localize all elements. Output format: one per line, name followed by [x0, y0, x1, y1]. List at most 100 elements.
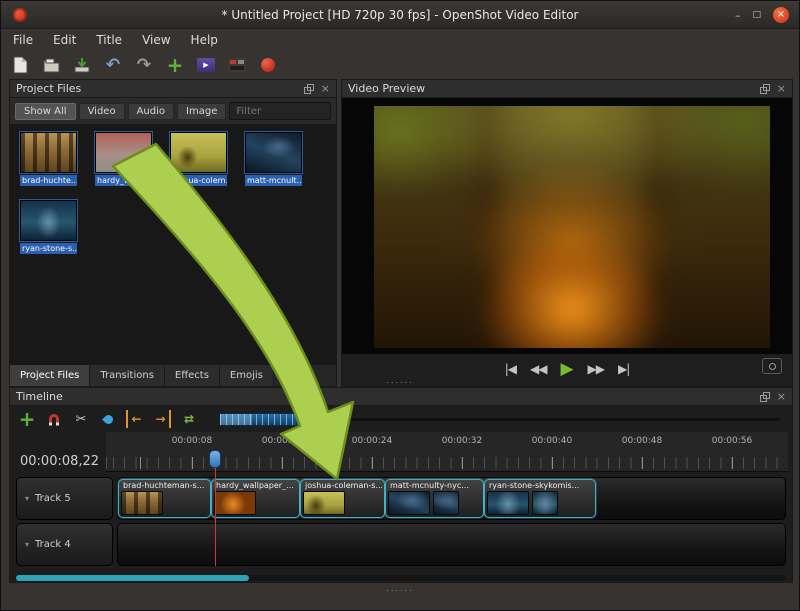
timeline-title: Timeline	[16, 390, 63, 403]
filter-show-all-button[interactable]: Show All	[15, 103, 76, 120]
track-lane[interactable]: brad-huchteman-s... hardy_wallpaper_... …	[117, 477, 786, 520]
menubar: File Edit Title View Help	[1, 29, 799, 51]
ruler-label: 00:00:16	[252, 436, 312, 446]
undock-icon[interactable]	[760, 392, 770, 402]
clip-label: hardy_wallpaper_...	[216, 481, 297, 490]
track-header[interactable]: ▾ Track 4	[16, 523, 113, 566]
chevron-down-icon: ▾	[25, 540, 29, 549]
clip-label: joshua-coleman-s...	[305, 481, 382, 490]
jump-start-icon[interactable]: |◀	[505, 363, 516, 375]
splitter-handle[interactable]: ......	[1, 378, 799, 384]
file-thumbnail	[20, 200, 77, 241]
undock-icon[interactable]	[304, 84, 314, 94]
minimize-button[interactable]: –	[735, 9, 741, 22]
ruler-label: 00:00:32	[432, 436, 492, 446]
close-button[interactable]: ×	[773, 7, 789, 23]
fast-forward-icon[interactable]: ▶▶	[588, 363, 604, 375]
timeline-clip[interactable]: ryan-stone-skykomis...	[484, 479, 596, 518]
export-video-icon[interactable]	[226, 54, 248, 76]
timeline-zoom-slider[interactable]	[219, 413, 307, 426]
close-panel-icon[interactable]: ×	[321, 83, 330, 94]
timeline-header: Timeline ×	[10, 388, 792, 406]
filter-input[interactable]	[229, 102, 331, 120]
record-icon[interactable]	[257, 54, 279, 76]
timeline-ruler[interactable]: 00:00:08 00:00:16 00:00:24 00:00:32 00:0…	[106, 432, 788, 472]
maximize-button[interactable]: □	[752, 10, 761, 20]
openshot-window: * Untitled Project [HD 720p 30 fps] - Op…	[0, 0, 800, 611]
capture-icon[interactable]	[762, 358, 782, 374]
new-project-icon[interactable]	[9, 54, 31, 76]
project-files-title: Project Files	[16, 82, 81, 95]
filter-image-button[interactable]: Image	[177, 103, 226, 120]
open-project-icon[interactable]	[40, 54, 62, 76]
filter-audio-button[interactable]: Audio	[128, 103, 174, 120]
timeline-clip[interactable]: brad-huchteman-s...	[118, 479, 211, 518]
project-file-item[interactable]: hardy_wa...	[95, 132, 152, 186]
file-thumbnail	[245, 132, 302, 173]
snapping-magnet-icon[interactable]	[45, 410, 63, 428]
timeline-clip[interactable]: matt-mcnulty-nyc...	[385, 479, 484, 518]
file-label: matt-mcnult...	[245, 175, 302, 186]
timeline-toolbar: + ✂ ← → ⇄	[10, 406, 792, 432]
project-file-item[interactable]: joshua-colem...	[170, 132, 227, 186]
track-header[interactable]: ▾ Track 5	[16, 477, 113, 520]
file-thumbnail	[20, 132, 77, 173]
timeline-clip[interactable]: joshua-coleman-s...	[300, 479, 385, 518]
monitor-play-icon: ▶	[197, 58, 215, 72]
clip-label: matt-mcnulty-nyc...	[390, 481, 481, 490]
filter-video-button[interactable]: Video	[79, 103, 125, 120]
rewind-icon[interactable]: ◀◀	[530, 363, 546, 375]
timeline-clip[interactable]: hardy_wallpaper_...	[211, 479, 300, 518]
playhead-marker[interactable]	[209, 450, 221, 468]
video-preview-header: Video Preview ×	[342, 80, 792, 98]
file-label: ryan-stone-s...	[20, 243, 77, 254]
track-name: Track 5	[35, 493, 71, 504]
save-project-icon[interactable]	[71, 54, 93, 76]
track-lane[interactable]	[117, 523, 786, 566]
video-preview-title: Video Preview	[348, 82, 425, 95]
menu-file[interactable]: File	[13, 33, 33, 47]
close-panel-icon[interactable]: ×	[777, 391, 786, 402]
play-icon[interactable]: ▶	[560, 361, 573, 378]
next-marker-icon[interactable]: →	[153, 410, 171, 428]
app-icon	[13, 8, 27, 22]
titlebar[interactable]: * Untitled Project [HD 720p 30 fps] - Op…	[1, 1, 799, 29]
timeline-ruler-row: 00:00:08,22 00:00:08 00:00:16 00:00:24 0…	[10, 432, 792, 472]
menu-help[interactable]: Help	[191, 33, 218, 47]
choose-profile-icon[interactable]: ▶	[195, 54, 217, 76]
project-file-item[interactable]: ryan-stone-s...	[20, 200, 77, 254]
close-panel-icon[interactable]: ×	[777, 83, 786, 94]
menu-view[interactable]: View	[142, 33, 170, 47]
clip-thumbnail	[303, 491, 345, 515]
scrollbar-thumb[interactable]	[16, 575, 249, 581]
menu-title[interactable]: Title	[96, 33, 122, 47]
clip-thumbnail	[487, 491, 529, 515]
undo-icon[interactable]: ↶	[102, 54, 124, 76]
add-track-icon[interactable]: +	[18, 410, 36, 428]
menu-edit[interactable]: Edit	[53, 33, 76, 47]
playhead-timecode: 00:00:08,22	[20, 454, 99, 469]
preview-frame	[374, 106, 770, 348]
chevron-down-icon: ▾	[25, 494, 29, 503]
project-file-item[interactable]: brad-huchte...	[20, 132, 77, 186]
import-files-icon[interactable]: +	[164, 54, 186, 76]
zoom-slider-track[interactable]	[322, 418, 780, 421]
undock-icon[interactable]	[760, 84, 770, 94]
razor-icon[interactable]: ✂	[72, 410, 90, 428]
file-label: joshua-colem...	[170, 175, 227, 186]
add-marker-icon[interactable]	[99, 410, 117, 428]
timeline-scrollbar	[16, 575, 786, 581]
redo-icon[interactable]: ↷	[133, 54, 155, 76]
previous-marker-icon[interactable]: ←	[126, 410, 144, 428]
splitter-handle[interactable]: ......	[1, 586, 799, 592]
timeline-panel: Timeline × + ✂ ← → ⇄ 00:00:08,22 00:00:0…	[9, 387, 793, 583]
project-files-panel: Project Files × Show All Video Audio Ima…	[9, 79, 337, 387]
project-files-header: Project Files ×	[10, 80, 336, 98]
file-thumbnail-grid: brad-huchte... hardy_wa... joshua-colem.…	[10, 124, 336, 364]
jump-end-icon[interactable]: ▶|	[618, 363, 629, 375]
center-playhead-icon[interactable]: ⇄	[180, 410, 198, 428]
project-file-item[interactable]: matt-mcnult...	[245, 132, 302, 186]
window-title: * Untitled Project [HD 720p 30 fps] - Op…	[222, 8, 579, 22]
file-thumbnail	[95, 132, 152, 173]
ruler-label: 00:00:40	[522, 436, 582, 446]
